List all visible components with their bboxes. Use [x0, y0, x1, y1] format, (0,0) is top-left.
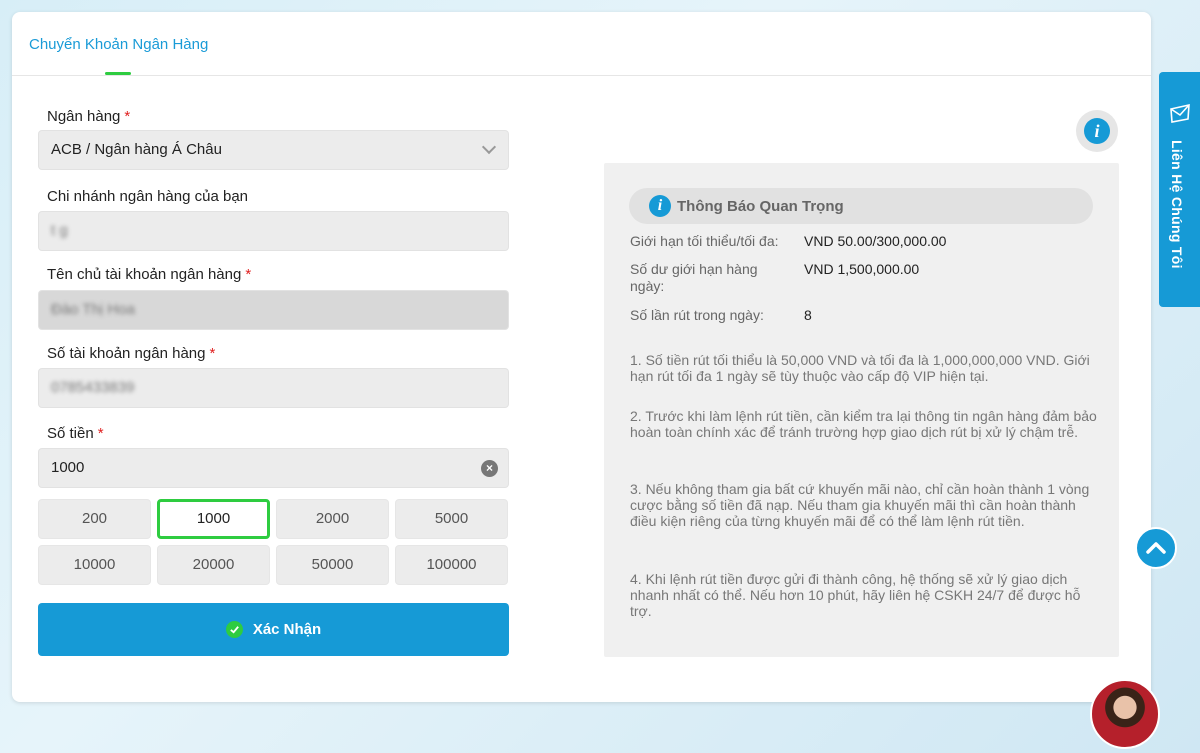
confirm-button[interactable]: Xác Nhận — [38, 603, 509, 656]
notice-note: 1. Số tiền rút tối thiểu là 50,000 VND v… — [630, 352, 1090, 384]
scroll-top-button[interactable] — [1135, 527, 1177, 569]
required-mark: * — [97, 425, 104, 442]
limit-label: Số lần rút trong ngày: — [630, 307, 764, 323]
account-label-text: Số tài khoản ngân hàng — [47, 345, 206, 362]
branch-input-value: t g — [51, 222, 68, 239]
amount-label: Số tiền * — [47, 425, 104, 442]
tab-bank-transfer[interactable]: Chuyển Khoản Ngân Hàng — [29, 36, 208, 53]
chevron-up-icon — [1146, 542, 1166, 554]
check-circle-icon — [225, 621, 243, 638]
account-label: Số tài khoản ngân hàng * — [47, 345, 215, 362]
notice-title: Thông Báo Quan Trọng — [677, 198, 844, 215]
amount-input-value: 1000 — [51, 459, 85, 476]
account-input-value: 0785433839 — [51, 379, 135, 396]
amount-input[interactable]: 1000 × — [38, 448, 509, 488]
contact-us-tab[interactable]: Liên Hệ Chúng Tôi — [1159, 72, 1200, 307]
notice-note: 4. Khi lệnh rút tiền được gửi đi thành c… — [630, 571, 1081, 619]
quick-amount-10000[interactable]: 10000 — [38, 545, 151, 585]
clear-icon[interactable]: × — [481, 460, 498, 477]
active-tab-indicator — [105, 72, 131, 75]
limit-label: Số dư giới hạn hàng ngày: — [630, 261, 758, 294]
limit-value: VND 1,500,000.00 — [804, 261, 920, 277]
limit-value: VND 50.00/300,000.00 — [804, 233, 947, 249]
amount-label-text: Số tiền — [47, 425, 94, 442]
quick-amount-50000[interactable]: 50000 — [276, 545, 389, 585]
bank-select[interactable]: ACB / Ngân hàng Á Châu — [38, 130, 509, 170]
quick-amount-20000[interactable]: 20000 — [157, 545, 270, 585]
quick-amount-1000[interactable]: 1000 — [157, 499, 270, 539]
branch-label: Chi nhánh ngân hàng của bạn — [47, 188, 249, 205]
mail-icon — [1170, 103, 1190, 123]
bank-label: Ngân hàng * — [47, 108, 130, 125]
required-mark: * — [245, 266, 252, 283]
required-mark: * — [209, 345, 216, 362]
required-mark: * — [124, 108, 131, 125]
bank-select-value: ACB / Ngân hàng Á Châu — [51, 141, 222, 158]
info-toggle-button[interactable]: i — [1076, 110, 1118, 152]
notice-note: 2. Trước khi làm lệnh rút tiền, cần kiểm… — [630, 408, 1097, 440]
branch-input[interactable]: t g — [38, 211, 509, 251]
holder-input-value: Đào Thị Hoa — [51, 301, 135, 318]
notice-note: 3. Nếu không tham gia bất cứ khuyến mãi … — [630, 481, 1090, 529]
notice-header: i Thông Báo Quan Trọng — [629, 188, 1093, 224]
withdraw-card: Chuyển Khoản Ngân Hàng Ngân hàng * ACB / … — [12, 12, 1151, 702]
quick-amount-2000[interactable]: 2000 — [276, 499, 389, 539]
support-avatar[interactable] — [1090, 679, 1160, 749]
quick-amount-5000[interactable]: 5000 — [395, 499, 508, 539]
holder-label: Tên chủ tài khoản ngân hàng * — [47, 266, 251, 283]
account-input[interactable]: 0785433839 — [38, 368, 509, 408]
quick-amount-100000[interactable]: 100000 — [395, 545, 508, 585]
bank-label-text: Ngân hàng — [47, 108, 121, 125]
contact-us-label: Liên Hệ Chúng Tôi — [1169, 140, 1185, 269]
chevron-down-icon — [481, 139, 497, 155]
holder-label-text: Tên chủ tài khoản ngân hàng — [47, 266, 242, 283]
confirm-button-label: Xác Nhận — [252, 621, 322, 638]
limit-label: Giới hạn tối thiểu/tối đa: — [630, 233, 779, 249]
tab-bar: Chuyển Khoản Ngân Hàng — [12, 12, 1151, 76]
limit-value: 8 — [804, 307, 812, 323]
quick-amount-200[interactable]: 200 — [38, 499, 151, 539]
notice-panel: i Thông Báo Quan Trọng Giới hạn tối thiể… — [604, 163, 1119, 657]
info-icon: i — [1084, 118, 1110, 144]
info-icon: i — [649, 195, 671, 217]
holder-input: Đào Thị Hoa — [38, 290, 509, 330]
